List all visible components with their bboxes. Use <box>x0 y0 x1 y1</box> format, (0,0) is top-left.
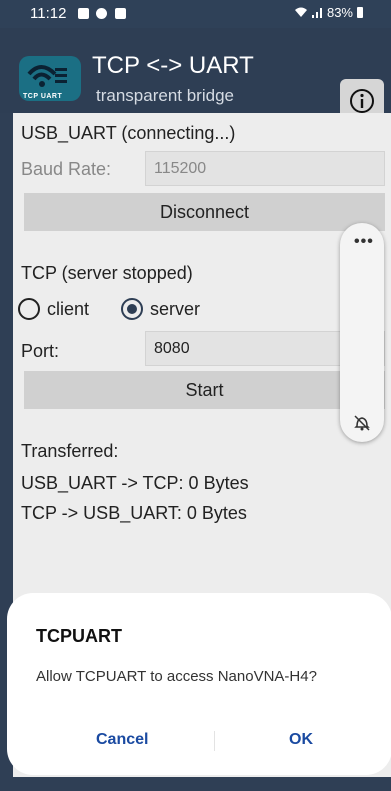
port-label: Port: <box>21 341 60 361</box>
client-radio-label[interactable]: client <box>47 299 89 320</box>
mute-icon[interactable] <box>353 414 371 432</box>
uart-to-tcp-count: USB_UART -> TCP: 0 Bytes <box>21 473 249 493</box>
logo-text: TCP UART <box>23 93 63 100</box>
battery-icon <box>357 7 363 18</box>
dialog-title: TCPUART <box>36 626 122 646</box>
logo-wifi-icon <box>27 65 67 87</box>
start-button[interactable]: Start <box>24 371 385 409</box>
baud-rate-field[interactable]: 115200 <box>145 151 385 186</box>
wifi-icon <box>294 7 307 17</box>
disconnect-button[interactable]: Disconnect <box>24 193 385 231</box>
usb-uart-status: USB_UART (connecting...) <box>21 123 236 143</box>
app-header: TCP UART TCP <-> UART transparent bridge <box>0 28 391 123</box>
image-icon <box>78 8 89 19</box>
bottom-edge <box>0 777 391 791</box>
tcp-status: TCP (server stopped) <box>21 263 193 283</box>
app-logo: TCP UART <box>19 56 81 101</box>
cancel-button[interactable]: Cancel <box>96 731 148 749</box>
signal-icon <box>312 8 323 18</box>
account-icon <box>96 8 108 19</box>
status-bar: 11:12 83% <box>0 0 391 28</box>
ok-button[interactable]: OK <box>289 731 313 749</box>
status-right: 83% <box>294 5 363 20</box>
transferred-heading: Transferred: <box>21 441 119 461</box>
dialog-message: Allow TCPUART to access NanoVNA-H4? <box>36 668 317 685</box>
server-radio[interactable] <box>121 298 143 320</box>
baud-rate-label: Baud Rate: <box>21 159 112 179</box>
server-radio-label[interactable]: server <box>150 299 200 320</box>
dialog-button-divider <box>214 731 215 751</box>
status-icons <box>78 8 129 26</box>
app-subtitle: transparent bridge <box>96 86 234 105</box>
more-dots-icon[interactable]: ••• <box>354 233 374 251</box>
floating-overlay-panel[interactable]: ••• <box>340 223 384 442</box>
notification-icon <box>114 8 126 19</box>
permission-dialog: TCPUART Allow TCPUART to access NanoVNA-… <box>7 593 391 775</box>
tcp-to-uart-count: TCP -> USB_UART: 0 Bytes <box>21 503 247 523</box>
client-radio[interactable] <box>18 298 40 320</box>
status-time: 11:12 <box>30 5 67 22</box>
app-title: TCP <-> UART <box>92 52 254 79</box>
battery-percent: 83% <box>326 5 353 20</box>
info-icon <box>350 89 374 113</box>
